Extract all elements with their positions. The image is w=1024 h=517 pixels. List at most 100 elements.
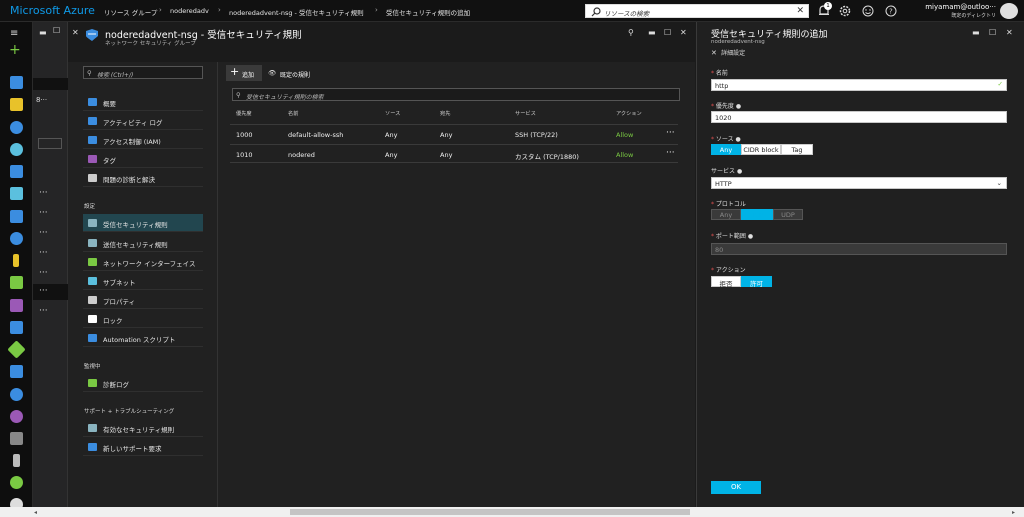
maximize-icon[interactable]: ☐ [664, 28, 671, 37]
plus-icon[interactable]: + [9, 42, 22, 58]
more-icon[interactable]: ··· [39, 286, 48, 296]
menu-item-subnets[interactable]: サブネット [83, 272, 203, 290]
resource-search-input[interactable]: リソースの検索 ✕ [585, 4, 809, 18]
network-icon[interactable] [10, 410, 23, 423]
more-icon[interactable]: ··· [39, 208, 48, 218]
menu-item-diagnose[interactable]: 問題の診断と解決 [83, 169, 203, 187]
gateway-icon[interactable] [10, 432, 23, 445]
horizontal-scrollbar[interactable]: ◂ ▸ [0, 507, 1024, 517]
breadcrumb-current[interactable]: 受信セキュリティ規則の追加 [386, 7, 470, 17]
action-allow-option[interactable]: 許可 [741, 276, 772, 288]
earth-icon[interactable] [10, 476, 23, 489]
cube-icon[interactable] [10, 76, 23, 89]
menu-item-activity-log[interactable]: アクティビティ ログ [83, 112, 203, 130]
maximize-icon[interactable]: ☐ [53, 26, 60, 35]
sql-database-icon[interactable] [10, 210, 23, 223]
add-rule-button[interactable]: + 追加 [226, 65, 262, 81]
virtual-machine-icon[interactable] [10, 187, 23, 200]
avatar[interactable] [1000, 3, 1018, 19]
user-name[interactable]: miyamam@outloo··· [914, 3, 996, 11]
menu-item-overview[interactable]: 概要 [83, 93, 203, 111]
user-directory[interactable]: 既定のディレクトリ [900, 12, 996, 19]
globe-icon[interactable] [10, 143, 23, 156]
source-any-option[interactable]: Any [711, 144, 741, 155]
port-range-field[interactable]: 80 [711, 243, 1007, 255]
column-header-source[interactable]: ソース [385, 110, 400, 117]
scrollbar-thumb[interactable] [290, 509, 690, 515]
advanced-settings-button[interactable]: ✕ 詳細設定 [711, 48, 745, 57]
service-select[interactable]: HTTP ⌄ [711, 177, 1007, 189]
name-field[interactable]: http ✓ [711, 79, 1007, 91]
row-more-icon[interactable]: ··· [666, 148, 675, 158]
row-more-icon[interactable]: ··· [666, 128, 675, 138]
more-icon[interactable]: ··· [39, 188, 48, 198]
close-icon[interactable]: ✕ [72, 28, 79, 37]
menu-item-label: ネットワーク インターフェイス [103, 260, 196, 268]
menu-item-inbound-rules[interactable]: 受信セキュリティ規則 [83, 214, 203, 232]
diamond-icon[interactable] [7, 340, 26, 359]
breadcrumb-nsg[interactable]: noderedadvent-nsg - 受信セキュリティ規則 [229, 7, 364, 17]
menu-search-input[interactable]: ⚲ 検索 (Ctrl+/) [83, 66, 203, 79]
menu-item-automation-script[interactable]: Automation スクリプト [83, 329, 203, 347]
web-app-icon[interactable] [10, 165, 23, 178]
table-row[interactable]: 1010 nodered Any Any カスタム (TCP/1880) All… [230, 144, 678, 163]
key-icon[interactable] [13, 254, 19, 267]
menu-item-network-interfaces[interactable]: ネットワーク インターフェイス [83, 253, 203, 271]
menu-item-properties[interactable]: プロパティ [83, 291, 203, 309]
clear-icon[interactable]: ✕ [796, 6, 804, 16]
more-icon[interactable]: ··· [39, 306, 48, 316]
minimize-icon[interactable]: ▬ [39, 28, 47, 37]
priority-field[interactable]: 1020 [711, 111, 1007, 123]
menu-item-outbound-rules[interactable]: 送信セキュリティ規則 [83, 234, 203, 252]
grid-icon[interactable] [10, 98, 23, 111]
close-blade-icon[interactable]: ✕ [680, 28, 687, 37]
minimize-icon[interactable]: ▬ [648, 28, 656, 37]
stub-input[interactable] [38, 138, 62, 149]
menu-item-new-support-request[interactable]: 新しいサポート要求 [83, 438, 203, 456]
tag-icon[interactable] [10, 299, 23, 312]
more-icon[interactable]: ··· [39, 248, 48, 258]
table-row[interactable]: 1000 default-allow-ssh Any Any SSH (TCP/… [230, 124, 678, 143]
breadcrumb-resource-group[interactable]: noderedadv [170, 7, 209, 15]
factory-icon[interactable] [10, 321, 23, 334]
protocol-tcp-option[interactable]: TCP [741, 209, 773, 220]
source-tag-option[interactable]: Tag [781, 144, 813, 155]
menu-item-iam[interactable]: アクセス制御 (IAM) [83, 131, 203, 149]
scroll-right-icon[interactable]: ▸ [1012, 509, 1015, 516]
more-icon[interactable]: ··· [39, 228, 48, 238]
breadcrumb-resource-groups[interactable]: リソース グループ [104, 7, 157, 17]
close-panel-icon[interactable]: ✕ [1006, 28, 1013, 37]
scroll-left-icon[interactable]: ◂ [34, 509, 37, 516]
minimize-icon[interactable]: ▬ [972, 28, 980, 37]
column-header-service[interactable]: サービス [515, 110, 536, 117]
azure-brand[interactable]: Microsoft Azure [10, 4, 95, 17]
gear-icon[interactable] [838, 4, 852, 18]
source-cidr-option[interactable]: CIDR block [741, 144, 781, 155]
smiley-icon[interactable] [861, 4, 875, 18]
protocol-udp-option[interactable]: UDP [773, 209, 803, 220]
column-header-destination[interactable]: 宛先 [440, 110, 450, 117]
shield-icon[interactable] [10, 276, 23, 289]
clock-icon[interactable] [10, 121, 23, 134]
cloud-service-icon[interactable] [10, 232, 23, 245]
hamburger-icon[interactable]: ≡ [10, 28, 23, 39]
column-header-name[interactable]: 名前 [288, 110, 298, 117]
column-header-priority[interactable]: 優先度 [236, 110, 252, 117]
ok-button[interactable]: OK [711, 481, 761, 494]
rules-search-input[interactable]: ⚲ 受信セキュリティ規則の検索 [232, 88, 680, 101]
maximize-icon[interactable]: ☐ [989, 28, 996, 37]
action-deny-option[interactable]: 拒否 [711, 276, 741, 288]
help-icon[interactable]: ? [884, 4, 898, 18]
menu-item-effective-rules[interactable]: 有効なセキュリティ規則 [83, 419, 203, 437]
device-icon[interactable] [13, 454, 20, 467]
menu-item-locks[interactable]: ロック [83, 310, 203, 328]
cloud-icon[interactable] [10, 388, 23, 401]
pin-icon[interactable]: ⚲ [628, 28, 634, 37]
menu-item-tags[interactable]: タグ [83, 150, 203, 168]
more-icon[interactable]: ··· [39, 268, 48, 278]
protocol-any-option[interactable]: Any [711, 209, 741, 220]
column-header-action[interactable]: アクション [616, 110, 642, 117]
menu-item-diagnostic-logs[interactable]: 診断ログ [83, 374, 203, 392]
default-rules-button[interactable]: 👁 既定の規則 [266, 65, 318, 81]
app-insights-icon[interactable] [10, 365, 23, 378]
